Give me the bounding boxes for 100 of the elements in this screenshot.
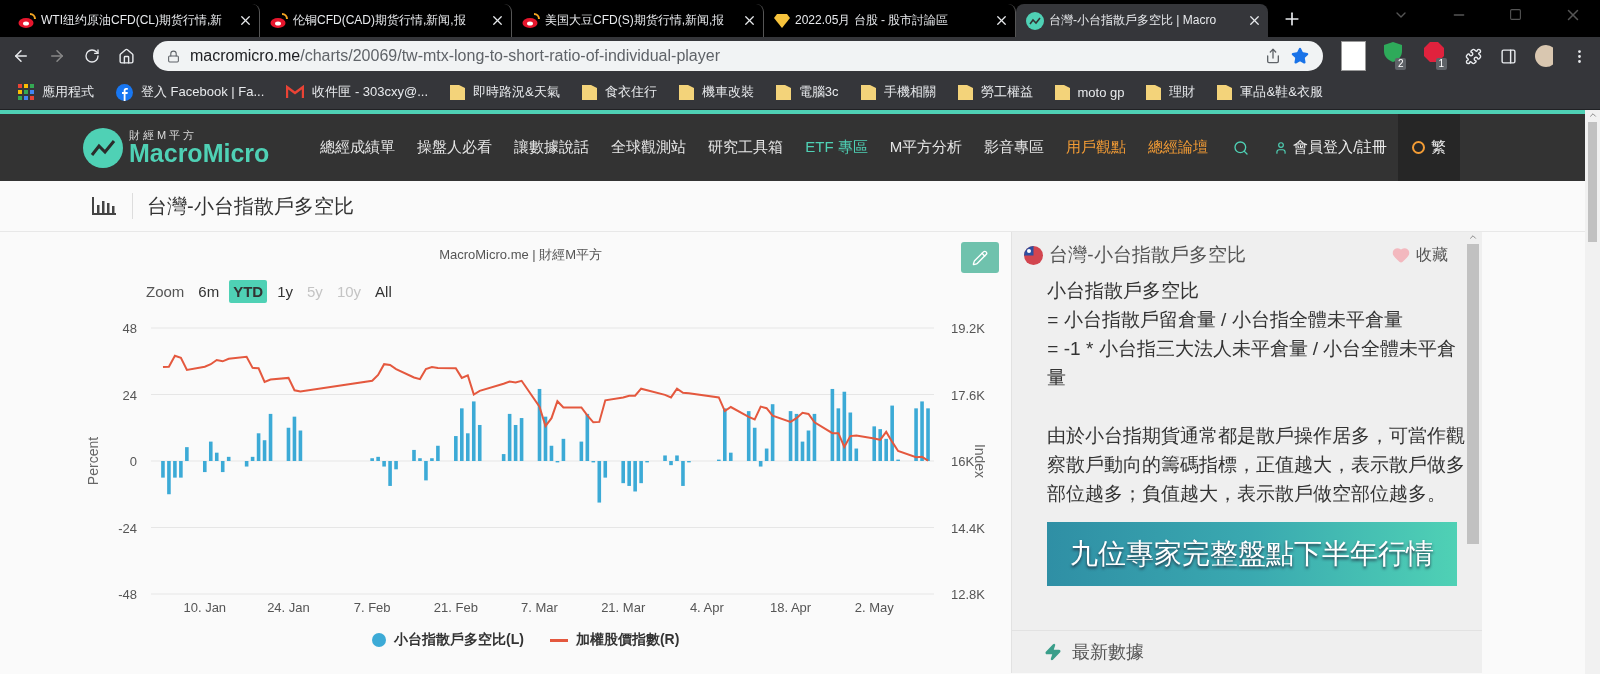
eye-logo-icon <box>270 12 288 29</box>
zoom-label: Zoom <box>146 283 185 300</box>
range-button[interactable]: All <box>371 280 396 303</box>
close-icon[interactable] <box>490 13 505 28</box>
description-text: 由於小台指期貨通常都是散戶操作居多，可當作觀察散戶動向的籌碼指標，正值越大，表示散戶做多部位越多；負值越大，表示散戶做空部位越多。 <box>1047 424 1467 506</box>
x-axis-label: 18. Apr <box>769 600 812 615</box>
bar <box>890 405 894 461</box>
folder-icon <box>678 84 694 100</box>
bar <box>185 447 189 461</box>
bar <box>382 461 386 467</box>
extension-badge: 2 <box>1394 58 1407 70</box>
legend-label[interactable]: 小台指散戶多空比(L) <box>394 631 524 649</box>
avatar-icon[interactable] <box>1535 45 1553 67</box>
nav-link[interactable]: 研究工具箱 <box>697 138 795 157</box>
language-link[interactable]: 繁 <box>1398 114 1461 181</box>
folder-icon <box>450 84 466 100</box>
favorite-link[interactable]: 收藏 <box>1392 244 1448 266</box>
y-axis-label: -24 <box>118 520 137 536</box>
bar <box>370 458 374 461</box>
nav-link[interactable]: 用戶觀點 <box>1055 138 1138 157</box>
bar <box>729 452 733 461</box>
nav-link[interactable]: 影音專區 <box>973 138 1056 157</box>
x-axis-label: 21. Feb <box>433 600 478 615</box>
x-axis-label: 7. Feb <box>353 600 391 615</box>
bar <box>161 461 165 478</box>
bar <box>436 445 440 461</box>
folder-icon <box>1146 84 1162 100</box>
forward-icon[interactable] <box>48 47 66 65</box>
bookmark-link[interactable]: 收件匣 - 303cxy@... <box>286 83 429 101</box>
nav-link[interactable]: 全球觀測站 <box>600 138 698 157</box>
pencil-icon <box>972 249 989 266</box>
extension-icon[interactable] <box>1341 41 1366 71</box>
logo-name[interactable]: MacroMicro <box>129 140 270 166</box>
range-button[interactable]: 6m <box>194 280 224 303</box>
logo-tagline: 財經M平方 <box>129 129 199 141</box>
eye-logo-icon <box>522 12 540 29</box>
bar <box>388 461 392 486</box>
bar <box>663 455 667 461</box>
nav-link[interactable]: 總經成績單 <box>309 138 407 157</box>
diamond-icon <box>774 13 790 28</box>
close-icon[interactable] <box>742 13 757 28</box>
scrollbar-thumb[interactable] <box>1588 122 1597 242</box>
circle-logo-icon <box>116 83 133 101</box>
star-icon[interactable] <box>1291 47 1309 65</box>
nav-link[interactable]: 總經論壇 <box>1137 138 1220 157</box>
legend-label[interactable]: 加權股價指數(R) <box>575 631 680 649</box>
search-icon[interactable] <box>1233 139 1250 156</box>
bookmark-link[interactable]: 電腦3c <box>775 83 839 101</box>
login-link[interactable]: 會員登入/註冊 <box>1263 138 1399 157</box>
share-icon[interactable] <box>1265 48 1281 64</box>
side-panel-icon[interactable] <box>1500 47 1518 65</box>
bookmark-link[interactable]: 食衣住行 <box>581 83 657 101</box>
y-axis-label: 16K <box>951 454 975 469</box>
back-icon[interactable] <box>12 47 30 65</box>
bar <box>920 401 924 461</box>
nav-link[interactable]: 讓數據說話 <box>503 138 601 157</box>
close-icon[interactable] <box>1247 13 1262 28</box>
lightning-icon <box>1044 643 1063 661</box>
address-bar[interactable]: macromicro.me/charts/20069/tw-mtx-long-to-short-ratio-of-individual-player <box>153 41 1323 71</box>
bar <box>675 455 679 461</box>
apps-grid-icon <box>18 84 34 100</box>
folder-icon <box>1054 84 1070 100</box>
x-axis-label: 7. Mar <box>521 600 558 615</box>
bookmark-link[interactable]: 即時路況&天氣 <box>450 83 560 101</box>
x-axis-label: 10. Jan <box>183 600 227 615</box>
eye-logo-icon <box>18 12 36 29</box>
bookmark-link[interactable]: 手機相關 <box>860 83 936 101</box>
bar <box>167 461 171 495</box>
y-axis-label: 19.2K <box>951 321 985 336</box>
bar-chart-icon <box>92 197 116 215</box>
puzzle-icon[interactable] <box>1465 47 1483 65</box>
range-button[interactable]: 1y <box>273 280 298 303</box>
bookmark-link[interactable]: 勞工權益 <box>957 83 1033 101</box>
scrollbar-thumb[interactable] <box>1467 244 1479 544</box>
nav-link[interactable]: ETF 專區 <box>794 138 879 157</box>
reload-icon[interactable] <box>84 48 100 64</box>
bookmark-link[interactable]: 機車改裝 <box>678 83 754 101</box>
y-axis-label: 17.6K <box>951 387 985 403</box>
bookmark-link[interactable]: 理財 <box>1146 83 1196 101</box>
chart-logo-icon[interactable] <box>83 127 123 168</box>
range-button[interactable]: YTD <box>229 280 268 303</box>
folder-icon <box>775 84 791 100</box>
latest-data-heading[interactable]: 最新數據 <box>1072 640 1145 664</box>
bookmark-link[interactable]: 軍品&鞋&衣服 <box>1217 83 1323 101</box>
nav-link[interactable]: M平方分析 <box>878 138 974 157</box>
bar <box>394 461 398 470</box>
home-icon[interactable] <box>118 47 135 65</box>
browser-tab[interactable]: 台灣-小台指散戶多空比 | Macro <box>1016 4 1268 37</box>
bookmark-link[interactable]: 登入 Facebook | Fa... <box>116 83 265 101</box>
y-axis-label: -48 <box>118 587 137 602</box>
close-icon[interactable] <box>238 13 253 28</box>
bar <box>621 461 625 484</box>
close-icon[interactable] <box>994 13 1009 28</box>
nav-link[interactable]: 操盤人必看 <box>406 138 504 157</box>
scrollbar[interactable] <box>1585 110 1600 674</box>
bookmark-link[interactable]: 應用程式 <box>18 83 94 101</box>
bar <box>884 438 888 461</box>
bookmark-link[interactable]: moto gp <box>1054 84 1125 100</box>
y-axis-label: 0 <box>129 454 137 469</box>
user-icon <box>1274 140 1289 155</box>
